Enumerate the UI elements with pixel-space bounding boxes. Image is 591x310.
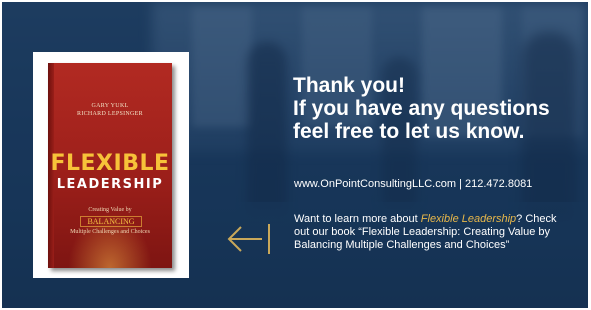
book-image: GARY YUKL RICHARD LEPSINGER FLEXIBLE LEA…: [33, 52, 189, 278]
book-subtitle: Multiple Challenges and Choices: [70, 229, 150, 235]
promo-prefix: Want to learn more about: [294, 213, 421, 225]
book-author: GARY YUKL: [91, 103, 129, 109]
book-cover: GARY YUKL RICHARD LEPSINGER FLEXIBLE LEA…: [48, 63, 172, 268]
contact-line: www.OnPointConsultingLLC.com | 212.472.8…: [294, 178, 532, 190]
promo-book-title: Flexible Leadership: [420, 213, 517, 225]
heading-line: feel free to let us know.: [293, 120, 525, 143]
book-promo: Want to learn more about Flexible Leader…: [294, 213, 574, 252]
heading-line: Thank you!: [293, 74, 406, 97]
thank-you-heading: Thank you! If you have any questions fee…: [293, 74, 585, 143]
book-title-line2: LEADERSHIP: [56, 177, 164, 192]
heading-line: If you have any questions: [293, 97, 550, 120]
phone-number: 212.472.8081: [465, 178, 533, 190]
book-balancing: BALANCING: [80, 216, 142, 227]
book-title: FLEXIBLE: [50, 151, 170, 176]
slide: GARY YUKL RICHARD LEPSINGER FLEXIBLE LEA…: [2, 2, 588, 308]
website-link[interactable]: www.OnPointConsultingLLC.com: [294, 178, 456, 190]
arrow-left-to-bar-icon[interactable]: [226, 222, 272, 256]
book-subtitle: Creating Value by: [88, 207, 132, 213]
contact-separator: |: [459, 178, 462, 190]
book-author: RICHARD LEPSINGER: [77, 111, 143, 117]
